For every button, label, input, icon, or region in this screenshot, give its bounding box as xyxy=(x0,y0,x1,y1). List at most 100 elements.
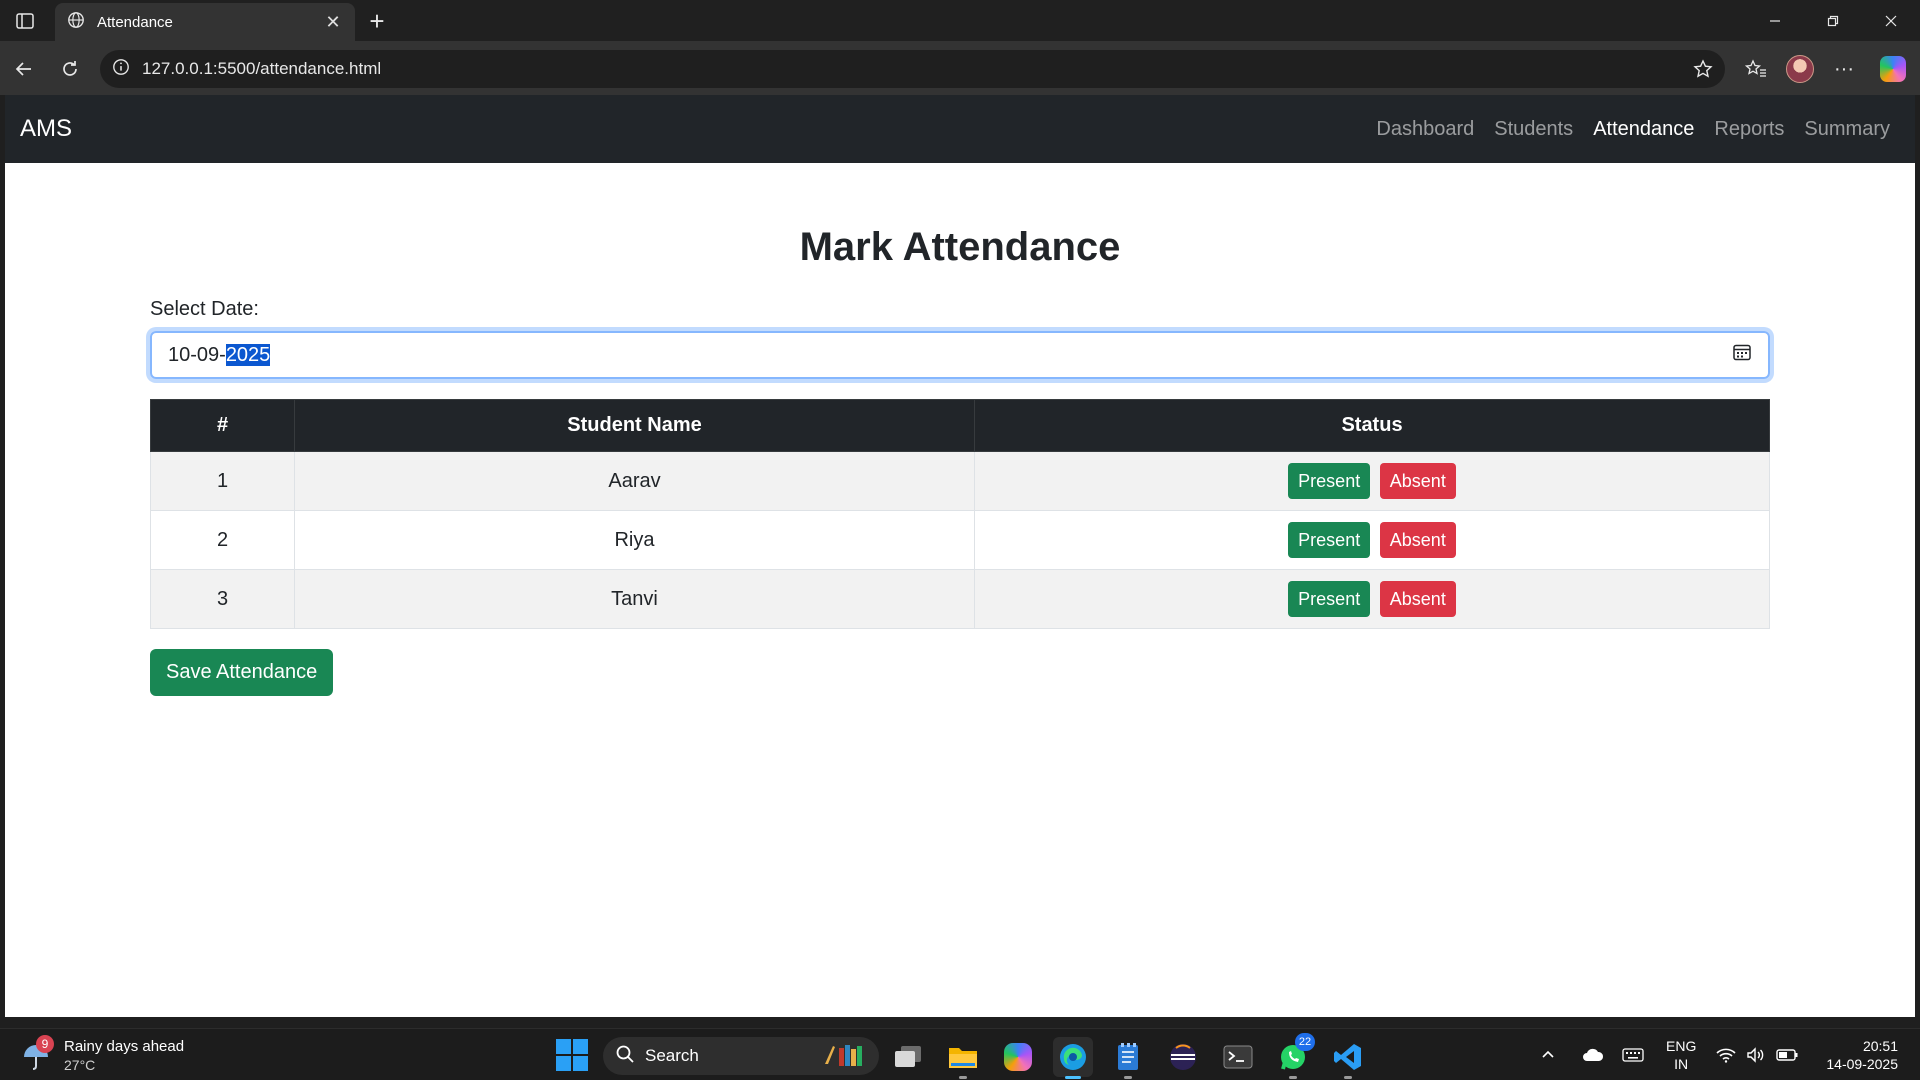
top-navbar: AMS Dashboard Students Attendance Report… xyxy=(5,95,1915,163)
weather-text: Rainy days ahead 27°C xyxy=(64,1037,184,1075)
absent-button[interactable]: Absent xyxy=(1379,581,1456,617)
battery-icon[interactable] xyxy=(1776,1029,1798,1080)
column-header-number: # xyxy=(150,399,295,452)
weather-notification-badge: 9 xyxy=(36,1035,54,1053)
running-indicator xyxy=(1124,1076,1132,1079)
minimize-icon[interactable] xyxy=(1746,0,1804,41)
windows-taskbar: 9 Rainy days ahead 27°C Search 22 ENG IN… xyxy=(0,1028,1920,1080)
globe-icon xyxy=(67,11,85,34)
nav-link-dashboard[interactable]: Dashboard xyxy=(1366,118,1484,141)
student-name: Riya xyxy=(294,510,975,570)
clock-time: 20:51 xyxy=(1862,1038,1898,1054)
page-viewport: AMS Dashboard Students Attendance Report… xyxy=(5,95,1915,1017)
brand-logo-text[interactable]: AMS xyxy=(20,115,72,143)
date-input[interactable]: 10-09-2025 xyxy=(150,331,1770,379)
region-code: IN xyxy=(1674,1056,1689,1072)
browser-tab-strip: Attendance ✕ + xyxy=(0,0,1920,41)
terminal-icon[interactable] xyxy=(1218,1037,1258,1077)
weather-widget[interactable]: 9 Rainy days ahead 27°C xyxy=(20,1035,184,1075)
search-icon xyxy=(615,1044,635,1069)
favorites-icon[interactable] xyxy=(1740,53,1772,85)
window-controls xyxy=(1746,0,1920,41)
column-header-student-name: Student Name xyxy=(294,399,975,452)
show-hidden-icons-chevron-icon[interactable] xyxy=(1540,1029,1556,1080)
browser-tab-attendance[interactable]: Attendance ✕ xyxy=(55,3,355,41)
nav-links: Dashboard Students Attendance Reports Su… xyxy=(1366,118,1900,141)
whatsapp-icon[interactable]: 22 xyxy=(1273,1033,1315,1079)
search-highlight-books-icon xyxy=(821,1040,869,1073)
taskbar-search-box[interactable]: Search xyxy=(603,1037,879,1075)
save-attendance-button[interactable]: Save Attendance xyxy=(150,649,334,696)
whatsapp-unread-badge: 22 xyxy=(1295,1033,1315,1051)
nav-link-attendance[interactable]: Attendance xyxy=(1583,118,1704,141)
file-explorer-icon[interactable] xyxy=(943,1037,983,1079)
copilot-app-icon[interactable] xyxy=(998,1037,1038,1077)
windows-start-icon[interactable] xyxy=(556,1039,588,1071)
favorite-star-icon[interactable] xyxy=(1693,59,1713,84)
volume-icon[interactable] xyxy=(1746,1029,1766,1080)
date-value-year-selected: 2025 xyxy=(225,343,271,366)
wifi-icon[interactable] xyxy=(1716,1029,1736,1080)
date-value-day-month: 10-09- xyxy=(168,343,226,366)
onedrive-cloud-icon[interactable] xyxy=(1582,1029,1604,1080)
date-label: Select Date: xyxy=(150,298,259,320)
keyboard-icon[interactable] xyxy=(1622,1029,1644,1080)
address-bar[interactable]: 127.0.0.1:5500/attendance.html xyxy=(100,50,1725,88)
absent-button[interactable]: Absent xyxy=(1379,463,1456,499)
absent-button[interactable]: Absent xyxy=(1379,522,1456,558)
running-indicator xyxy=(959,1076,967,1079)
row-number: 3 xyxy=(150,569,295,629)
nav-link-summary[interactable]: Summary xyxy=(1794,118,1900,141)
new-tab-icon[interactable]: + xyxy=(362,6,392,36)
browser-toolbar: 127.0.0.1:5500/attendance.html ··· xyxy=(0,41,1920,95)
page-title: Mark Attendance xyxy=(799,225,1121,269)
main-container: Mark Attendance Select Date: 10-09-2025 … xyxy=(150,163,1770,696)
column-header-status: Status xyxy=(974,399,1770,452)
present-button[interactable]: Present xyxy=(1288,463,1371,499)
status-cell: Present Absent xyxy=(974,569,1770,629)
running-indicator xyxy=(1344,1076,1352,1079)
close-window-icon[interactable] xyxy=(1862,0,1920,41)
profile-avatar[interactable] xyxy=(1784,53,1816,85)
copilot-icon[interactable] xyxy=(1877,53,1909,85)
input-language-indicator[interactable]: ENG IN xyxy=(1666,1037,1696,1073)
edge-browser-icon[interactable] xyxy=(1053,1037,1093,1079)
table-row: 1 Aarav Present Absent xyxy=(150,451,1770,511)
status-cell: Present Absent xyxy=(974,510,1770,570)
umbrella-rain-icon: 9 xyxy=(20,1035,54,1073)
table-row: 3 Tanvi Present Absent xyxy=(150,569,1770,629)
notepad-icon[interactable] xyxy=(1108,1037,1148,1079)
running-indicator xyxy=(1289,1076,1297,1079)
student-name: Tanvi xyxy=(294,569,975,629)
calendar-icon[interactable] xyxy=(1732,342,1752,368)
active-window-indicator xyxy=(1065,1076,1081,1079)
nav-link-reports[interactable]: Reports xyxy=(1704,118,1794,141)
date-value: 10-09-2025 xyxy=(168,343,271,367)
nav-link-students[interactable]: Students xyxy=(1484,118,1583,141)
url-text: 127.0.0.1:5500/attendance.html xyxy=(142,59,382,78)
tab-title: Attendance xyxy=(97,13,173,31)
more-options-icon[interactable]: ··· xyxy=(1828,53,1860,85)
weather-summary: Rainy days ahead xyxy=(64,1038,185,1055)
present-button[interactable]: Present xyxy=(1288,522,1371,558)
row-number: 2 xyxy=(150,510,295,570)
status-cell: Present Absent xyxy=(974,451,1770,511)
search-placeholder: Search xyxy=(645,1046,699,1065)
close-tab-icon[interactable]: ✕ xyxy=(323,12,343,33)
present-button[interactable]: Present xyxy=(1288,581,1371,617)
restore-icon[interactable] xyxy=(1804,0,1862,41)
table-header-row: # Student Name Status xyxy=(150,399,1770,452)
student-name: Aarav xyxy=(294,451,975,511)
task-view-icon[interactable] xyxy=(888,1037,928,1077)
clock-date: 14-09-2025 xyxy=(1826,1056,1898,1072)
back-icon[interactable] xyxy=(8,53,40,85)
row-number: 1 xyxy=(150,451,295,511)
vscode-icon[interactable] xyxy=(1328,1037,1368,1079)
tab-actions-icon[interactable] xyxy=(10,8,40,34)
system-clock[interactable]: 20:51 14-09-2025 xyxy=(1826,1037,1898,1073)
site-info-icon[interactable] xyxy=(112,58,130,81)
refresh-icon[interactable] xyxy=(54,53,86,85)
eclipse-ide-icon[interactable] xyxy=(1163,1037,1203,1077)
language-code: ENG xyxy=(1666,1038,1697,1054)
attendance-table: # Student Name Status 1 Aarav Present Ab… xyxy=(150,399,1770,629)
